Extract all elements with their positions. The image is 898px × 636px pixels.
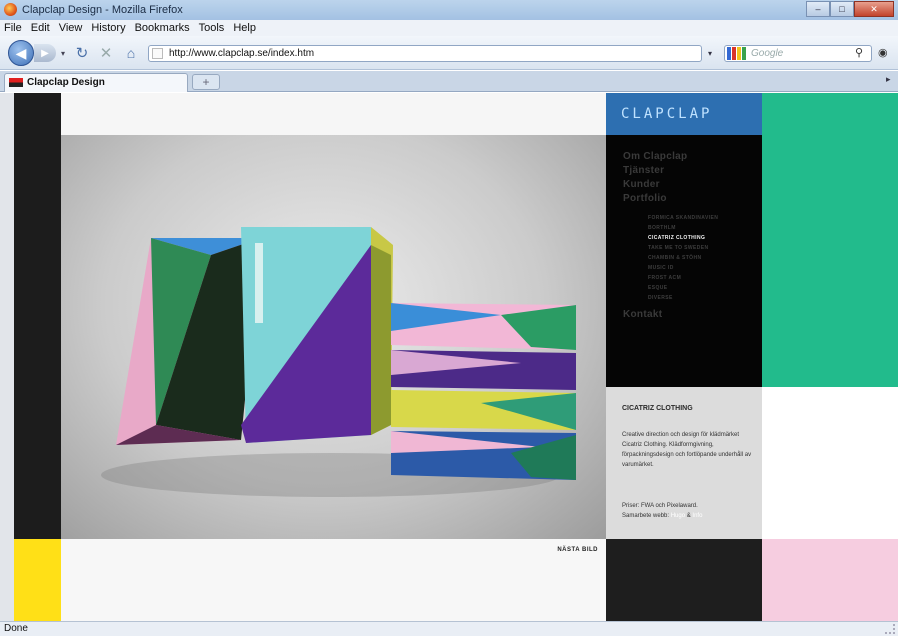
firefox-logo-icon bbox=[4, 3, 17, 16]
portfolio-item-diverse[interactable]: DIVERSE bbox=[648, 295, 673, 301]
reload-icon[interactable]: ↻ bbox=[74, 45, 90, 62]
menu-file[interactable]: File bbox=[4, 20, 22, 36]
pink-color-block bbox=[762, 539, 898, 621]
portfolio-item-frost-acm[interactable]: FROST ACM bbox=[648, 275, 681, 281]
back-button[interactable]: ◀ bbox=[8, 40, 34, 66]
portfolio-photo bbox=[61, 135, 606, 539]
yellow-color-block bbox=[14, 539, 61, 621]
maximize-button[interactable]: □ bbox=[830, 1, 854, 17]
history-dropdown-icon[interactable]: ▾ bbox=[58, 46, 68, 60]
window-controls: – □ ✕ bbox=[806, 1, 894, 17]
url-input[interactable]: http://www.clapclap.se/index.htm bbox=[169, 46, 314, 61]
google-logo-icon[interactable] bbox=[727, 47, 747, 60]
title-bar: Clapclap Design - Mozilla Firefox – □ ✕ bbox=[0, 0, 898, 20]
url-bar[interactable]: http://www.clapclap.se/index.htm ➔ bbox=[148, 45, 841, 62]
site-logo[interactable]: CLAPCLAP bbox=[621, 106, 712, 122]
new-tab-button[interactable]: + bbox=[192, 74, 220, 90]
search-bar[interactable]: Google ⚲ bbox=[724, 45, 872, 62]
nav-tjanster[interactable]: Tjänster bbox=[623, 165, 664, 176]
portfolio-item-cicatriz[interactable]: CICATRIZ CLOTHING bbox=[648, 235, 705, 241]
menu-view[interactable]: View bbox=[59, 20, 83, 36]
credit-link-hugo[interactable]: Hugo bbox=[671, 513, 685, 519]
search-icon[interactable]: ⚲ bbox=[855, 46, 863, 61]
resize-grip-icon[interactable] bbox=[885, 624, 895, 634]
project-description: Creative direction och design för klädmä… bbox=[622, 432, 752, 468]
minimize-button[interactable]: – bbox=[806, 1, 830, 17]
project-title: CICATRIZ CLOTHING bbox=[622, 405, 693, 412]
geometric-boxes-illustration bbox=[101, 227, 576, 497]
stop-icon[interactable]: ✕ bbox=[98, 45, 114, 62]
portfolio-item-take-me-to-sweden[interactable]: TAKE ME TO SWEDEN bbox=[648, 245, 709, 251]
credit-link-info[interactable]: Info bbox=[692, 513, 702, 519]
bottom-white-block: NÄSTA BILD bbox=[61, 539, 606, 621]
project-credits: Priser: FWA och Pixelaward. Samarbete we… bbox=[622, 501, 754, 521]
page-content: NÄSTA BILD CLAPCLAP Om Clapclap Tjänster… bbox=[0, 93, 898, 621]
nav-om-clapclap[interactable]: Om Clapclap bbox=[623, 151, 687, 162]
black-bottom-block bbox=[606, 539, 762, 621]
next-image-link[interactable]: NÄSTA BILD bbox=[557, 547, 598, 553]
navigation-toolbar: ◀ ▶ ▾ ↻ ✕ ⌂ http://www.clapclap.se/index… bbox=[0, 36, 898, 70]
portfolio-item-chambin[interactable]: CHAMBIN & STÖHN bbox=[648, 255, 702, 261]
home-icon[interactable]: ⌂ bbox=[123, 45, 139, 61]
project-info-panel: CICATRIZ CLOTHING Creative direction och… bbox=[606, 387, 762, 539]
forward-button[interactable]: ▶ bbox=[34, 44, 56, 62]
menu-history[interactable]: History bbox=[91, 20, 125, 36]
credit-separator: & bbox=[686, 513, 691, 519]
tab-clapclap-design[interactable]: Clapclap Design bbox=[4, 73, 188, 92]
nav-kontakt[interactable]: Kontakt bbox=[623, 309, 662, 320]
menu-tools[interactable]: Tools bbox=[199, 20, 225, 36]
tab-bar: Clapclap Design + ▸ bbox=[0, 71, 898, 92]
credits-prefix: Samarbete webb: bbox=[622, 513, 670, 519]
awards-text: Priser: FWA och Pixelaward. bbox=[622, 503, 698, 509]
white-right-block bbox=[762, 387, 898, 539]
portfolio-item-borthlm[interactable]: BORTHLM bbox=[648, 225, 676, 231]
site-identity-icon[interactable] bbox=[152, 48, 163, 59]
status-bar: Done bbox=[0, 621, 898, 636]
site-navigation: Om Clapclap Tjänster Kunder Portfolio FO… bbox=[606, 135, 762, 387]
tab-label: Clapclap Design bbox=[27, 77, 105, 88]
window-title: Clapclap Design - Mozilla Firefox bbox=[22, 4, 183, 16]
browser-window: Clapclap Design - Mozilla Firefox – □ ✕ … bbox=[0, 0, 898, 636]
addon-icon[interactable]: ◉ bbox=[878, 46, 888, 59]
menu-bookmarks[interactable]: Bookmarks bbox=[135, 20, 190, 36]
portfolio-item-formica[interactable]: FORMICA SKANDINAVIEN bbox=[648, 215, 718, 221]
menu-bar: File Edit View History Bookmarks Tools H… bbox=[0, 20, 898, 36]
portfolio-item-esque[interactable]: ESQUE bbox=[648, 285, 668, 291]
page-left-gutter bbox=[0, 93, 14, 621]
url-dropdown-icon[interactable]: ▾ bbox=[702, 45, 718, 62]
status-text: Done bbox=[4, 623, 28, 634]
close-button[interactable]: ✕ bbox=[854, 1, 894, 17]
black-color-block bbox=[14, 93, 61, 539]
portfolio-item-music-id[interactable]: MUSIC ID bbox=[648, 265, 674, 271]
green-color-block bbox=[762, 93, 898, 387]
nav-portfolio[interactable]: Portfolio bbox=[623, 193, 667, 204]
search-input[interactable]: Google bbox=[751, 46, 783, 61]
nav-kunder[interactable]: Kunder bbox=[623, 179, 660, 190]
favicon-icon bbox=[9, 78, 23, 87]
top-white-block bbox=[61, 93, 606, 135]
tab-scroll-icon[interactable]: ▸ bbox=[886, 74, 896, 90]
brand-header: CLAPCLAP bbox=[606, 93, 762, 135]
menu-help[interactable]: Help bbox=[233, 20, 256, 36]
menu-edit[interactable]: Edit bbox=[31, 20, 50, 36]
